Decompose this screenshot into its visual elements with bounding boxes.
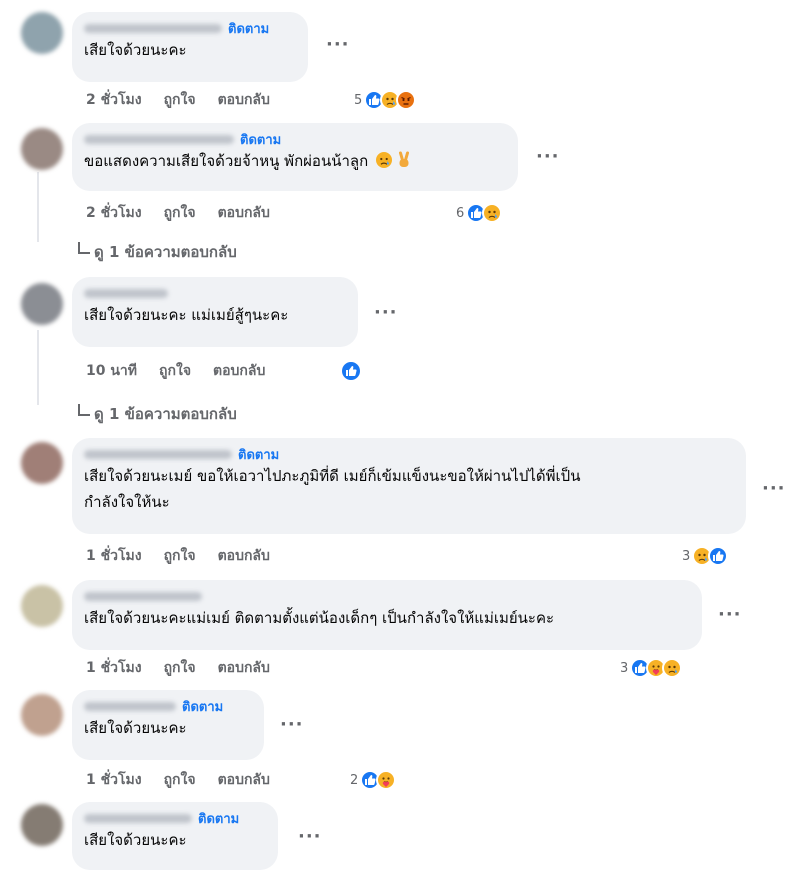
like-button[interactable]: ถูกใจ (164, 202, 196, 224)
commenter-name[interactable] (84, 134, 234, 144)
comment-text: เสียใจด้วยนะคะ (84, 831, 187, 849)
comment-bubble: ติดตาม เสียใจด้วยนะคะ (72, 12, 308, 82)
comment-actions: 1 ชั่วโมง ถูกใจ ตอบกลับ (86, 770, 270, 790)
follow-link[interactable]: ติดตาม (238, 444, 279, 465)
comment-time[interactable]: 1 ชั่วโมง (86, 657, 142, 679)
follow-link[interactable]: ติดตาม (240, 129, 281, 150)
comment-time[interactable]: 1 ชั่วโมง (86, 769, 142, 791)
comment-actions: 1 ชั่วโมง ถูกใจ ตอบกลับ (86, 546, 270, 566)
sad-icon (482, 203, 503, 223)
reply-button[interactable]: ตอบกลับ (213, 360, 265, 382)
more-options-icon[interactable]: ··· (762, 478, 786, 499)
comment-time[interactable]: 2 ชั่วโมง (86, 89, 142, 111)
more-options-icon[interactable]: ··· (280, 714, 304, 735)
reaction-count: 5 (354, 92, 363, 108)
comment-bubble: ติดตาม เสียใจด้วยนะเมย์ ขอให้เอวาไปภะภูม… (72, 438, 746, 534)
commenter-name[interactable] (84, 23, 222, 33)
comment-actions: 2 ชั่วโมง ถูกใจ ตอบกลับ (86, 90, 270, 110)
avatar[interactable] (21, 442, 63, 484)
comment-actions: 10 นาที ถูกใจ ตอบกลับ (86, 361, 265, 381)
commenter-name[interactable] (84, 813, 192, 823)
like-icon (708, 546, 729, 566)
comment-bubble: เสียใจด้วยนะคะ แม่เมย์สู้ๆนะคะ (72, 277, 358, 347)
avatar[interactable] (21, 12, 63, 54)
commenter-name[interactable] (84, 288, 168, 298)
victory-hand-emoji (395, 151, 413, 175)
avatar[interactable] (21, 585, 63, 627)
reply-button[interactable]: ตอบกลับ (218, 769, 270, 791)
commenter-name[interactable] (84, 591, 202, 601)
view-replies-link[interactable]: ดู 1 ข้อความตอบกลับ (78, 240, 237, 264)
comment-bubble: ติดตาม ขอแสดงความเสียใจด้วยจ้าหนู พักผ่อ… (72, 123, 518, 191)
view-replies-link[interactable]: ดู 1 ข้อความตอบกลับ (78, 402, 237, 426)
avatar[interactable] (21, 804, 63, 846)
comment-text: เสียใจด้วยนะคะ (84, 41, 187, 59)
reply-arrow-icon (78, 242, 90, 254)
reaction-summary[interactable]: 6 (456, 202, 503, 224)
like-button[interactable]: ถูกใจ (164, 89, 196, 111)
reply-button[interactable]: ตอบกลับ (218, 89, 270, 111)
comment-bubble: ติดตาม เสียใจด้วยนะคะ (72, 802, 278, 870)
commenter-name[interactable] (84, 449, 232, 459)
more-options-icon[interactable]: ··· (298, 826, 322, 847)
avatar[interactable] (21, 128, 63, 170)
sad-icon (662, 658, 683, 678)
comment-text: ขอแสดงความเสียใจด้วยจ้าหนู พักผ่อนน้าลูก (84, 150, 506, 175)
reply-button[interactable]: ตอบกลับ (218, 202, 270, 224)
reaction-count: 6 (456, 205, 465, 221)
reply-arrow-icon (78, 404, 90, 416)
reaction-count: 3 (620, 660, 629, 676)
like-icon (340, 360, 362, 382)
more-options-icon[interactable]: ··· (536, 146, 560, 167)
angry-icon (396, 90, 417, 110)
comment-text-content: ขอแสดงความเสียใจด้วยจ้าหนู พักผ่อนน้าลูก (84, 152, 369, 170)
comment-text: เสียใจด้วยนะคะ (84, 719, 187, 737)
comment-text: เสียใจด้วยนะเมย์ ขอให้เอวาไปภะภูมิที่ดี … (84, 465, 734, 513)
reaction-count: 3 (682, 548, 691, 564)
reply-button[interactable]: ตอบกลับ (218, 657, 270, 679)
avatar[interactable] (21, 694, 63, 736)
view-replies-label[interactable]: ดู 1 ข้อความตอบกลับ (94, 240, 237, 264)
more-options-icon[interactable]: ··· (374, 302, 398, 323)
comment-actions: 1 ชั่วโมง ถูกใจ ตอบกลับ (86, 658, 270, 678)
comment-time[interactable]: 10 นาที (86, 360, 137, 382)
comment-text-line: กำลังใจให้นะ (84, 493, 170, 511)
like-button[interactable]: ถูกใจ (159, 360, 191, 382)
view-replies-label[interactable]: ดู 1 ข้อความตอบกลับ (94, 402, 237, 426)
comment-text-line: เสียใจด้วยนะเมย์ ขอให้เอวาไปภะภูมิที่ดี … (84, 467, 581, 485)
comment-actions: 2 ชั่วโมง ถูกใจ ตอบกลับ (86, 203, 270, 223)
more-options-icon[interactable]: ··· (326, 34, 350, 55)
more-options-icon[interactable]: ··· (718, 604, 742, 625)
like-button[interactable]: ถูกใจ (164, 545, 196, 567)
follow-link[interactable]: ติดตาม (198, 808, 239, 829)
reaction-count: 2 (350, 772, 359, 788)
reaction-summary[interactable]: 5 (354, 89, 417, 111)
care-icon (376, 770, 397, 790)
follow-link[interactable]: ติดตาม (182, 696, 223, 717)
comment-bubble: ติดตาม เสียใจด้วยนะคะ (72, 690, 264, 760)
reaction-summary[interactable]: 3 (620, 657, 683, 679)
reaction-summary[interactable]: 2 (350, 769, 397, 791)
comment-time[interactable]: 2 ชั่วโมง (86, 202, 142, 224)
sad-face-emoji (375, 151, 393, 175)
thread-line (37, 330, 39, 405)
follow-link[interactable]: ติดตาม (228, 18, 269, 39)
comment-text: เสียใจด้วยนะคะ แม่เมย์สู้ๆนะคะ (84, 306, 289, 324)
avatar[interactable] (21, 283, 63, 325)
reaction-summary[interactable]: 3 (682, 545, 729, 567)
like-button[interactable]: ถูกใจ (164, 657, 196, 679)
thread-line (37, 172, 39, 242)
comment-text: เสียใจด้วยนะคะแม่เมย์ ติดตามตั้งแต่น้องเ… (84, 609, 555, 627)
comment-bubble: เสียใจด้วยนะคะแม่เมย์ ติดตามตั้งแต่น้องเ… (72, 580, 702, 650)
comment-time[interactable]: 1 ชั่วโมง (86, 545, 142, 567)
commenter-name[interactable] (84, 701, 176, 711)
reaction-summary[interactable] (340, 360, 362, 382)
like-button[interactable]: ถูกใจ (164, 769, 196, 791)
reply-button[interactable]: ตอบกลับ (218, 545, 270, 567)
